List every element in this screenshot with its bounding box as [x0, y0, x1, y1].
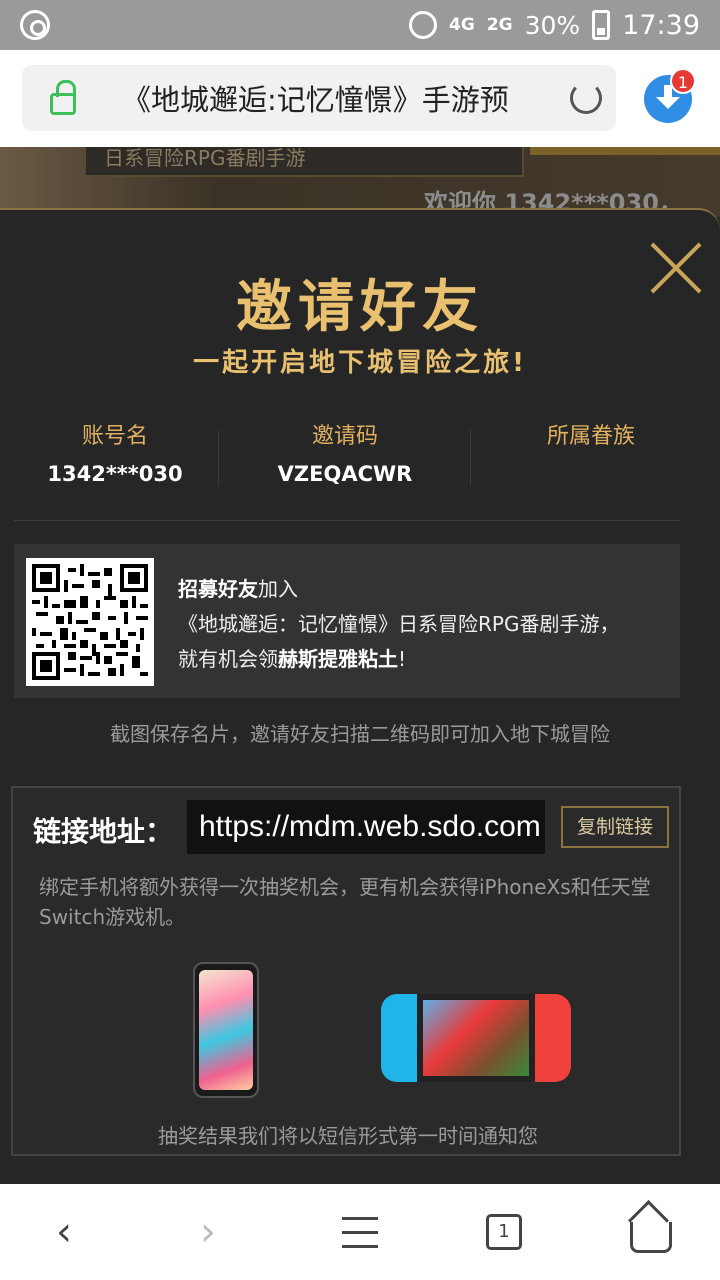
tabs-icon[interactable]: 1 [486, 1214, 522, 1250]
status-bar: 4G 2G 30% 17:39 [0, 0, 720, 50]
qr-join-label: 加入 [258, 577, 298, 601]
screenshot-hint: 截图保存名片，邀请好友扫描二维码即可加入地下城冒险 [110, 722, 610, 746]
qr-text-line-2: 《地城邂逅：记忆憧憬》日系冒险RPG番剧手游， [178, 612, 620, 636]
qr-code-image [26, 558, 154, 686]
page-title-in-address-bar[interactable]: 《地城邂逅:记忆憧憬》手游预 [122, 77, 542, 119]
download-count-badge: 1 [670, 68, 696, 94]
forward-icon[interactable]: › [200, 1206, 230, 1258]
section-divider [14, 520, 680, 521]
background-decoration [530, 147, 720, 155]
account-name-column: 账号名 1342***030 [0, 418, 230, 486]
app-notification-icon [20, 10, 50, 40]
invite-code-column: 邀请码 VZEQACWR [230, 418, 460, 486]
invite-code-value: VZEQACWR [277, 462, 413, 486]
address-bar[interactable]: 《地城邂逅:记忆憧憬》手游预 [22, 65, 616, 131]
prize-description: 绑定手机将额外获得一次抽奖机会，更有机会获得iPhoneXs和任天堂Switch… [39, 875, 651, 929]
column-divider [218, 430, 219, 486]
invite-link-panel: 链接地址： https://mdm.web.sdo.com 复制链接 绑定手机将… [11, 786, 681, 1156]
back-icon[interactable]: ‹ [56, 1206, 86, 1258]
account-name-value: 1342***030 [47, 462, 183, 486]
account-name-label: 账号名 [81, 424, 148, 449]
modal-title: 邀请好友 [236, 275, 484, 340]
battery-icon [592, 10, 611, 40]
clock: 17:39 [622, 9, 700, 41]
copy-link-button[interactable]: 复制链接 [561, 806, 669, 848]
home-icon[interactable] [630, 1212, 672, 1253]
column-divider [470, 430, 471, 486]
family-label: 所属眷族 [546, 424, 635, 449]
iphone-prize-image [193, 962, 259, 1098]
family-column: 所属眷族 [476, 418, 706, 462]
background-page: 日系冒险RPG番剧手游 欢迎你 1342***030， [0, 147, 720, 217]
modal-subtitle: 一起开启地下城冒险之旅! [193, 348, 527, 378]
qr-chance-label: 就有机会领 [178, 647, 278, 671]
lottery-result-note: 抽奖结果我们将以短信形式第一时间通知您 [158, 1124, 538, 1148]
qr-prize-label: 赫斯提雅粘土 [278, 647, 398, 671]
invite-friends-modal: 邀请好友 一起开启地下城冒险之旅! 账号名 1342***030 邀请码 VZE… [0, 208, 720, 1184]
browser-toolbar: 《地城邂逅:记忆憧憬》手游预 1 [0, 50, 720, 147]
nintendo-switch-prize-image [381, 994, 571, 1082]
qr-exclaim: ! [398, 647, 407, 671]
qr-text-line-3: 就有机会领赫斯提雅粘土! [178, 642, 678, 677]
qr-card: 招募好友加入 《地城邂逅：记忆憧憬》日系冒险RPG番剧手游， 就有机会领赫斯提雅… [14, 544, 680, 698]
menu-icon[interactable] [342, 1206, 378, 1258]
battery-percent: 30% [524, 10, 581, 40]
qr-text-line-1: 招募好友加入 [178, 572, 678, 607]
network-2g-indicator: 2G [486, 14, 513, 35]
qr-description: 招募好友加入 《地城邂逅：记忆憧憬》日系冒险RPG番剧手游， 就有机会领赫斯提雅… [178, 572, 678, 677]
account-info-row: 账号名 1342***030 邀请码 VZEQACWR 所属眷族 [0, 418, 720, 488]
browser-bottom-nav: ‹ › 1 [0, 1184, 720, 1280]
alarm-icon [409, 11, 438, 39]
invite-code-label: 邀请码 [311, 424, 378, 449]
invite-link-field[interactable]: https://mdm.web.sdo.com [187, 800, 545, 854]
network-4g-indicator: 4G [449, 14, 475, 35]
lock-icon [50, 80, 76, 115]
reload-icon[interactable] [570, 82, 602, 114]
link-address-label: 链接地址： [33, 815, 174, 848]
qr-recruit-label: 招募好友 [178, 577, 258, 601]
background-banner: 日系冒险RPG番剧手游 [84, 147, 524, 177]
